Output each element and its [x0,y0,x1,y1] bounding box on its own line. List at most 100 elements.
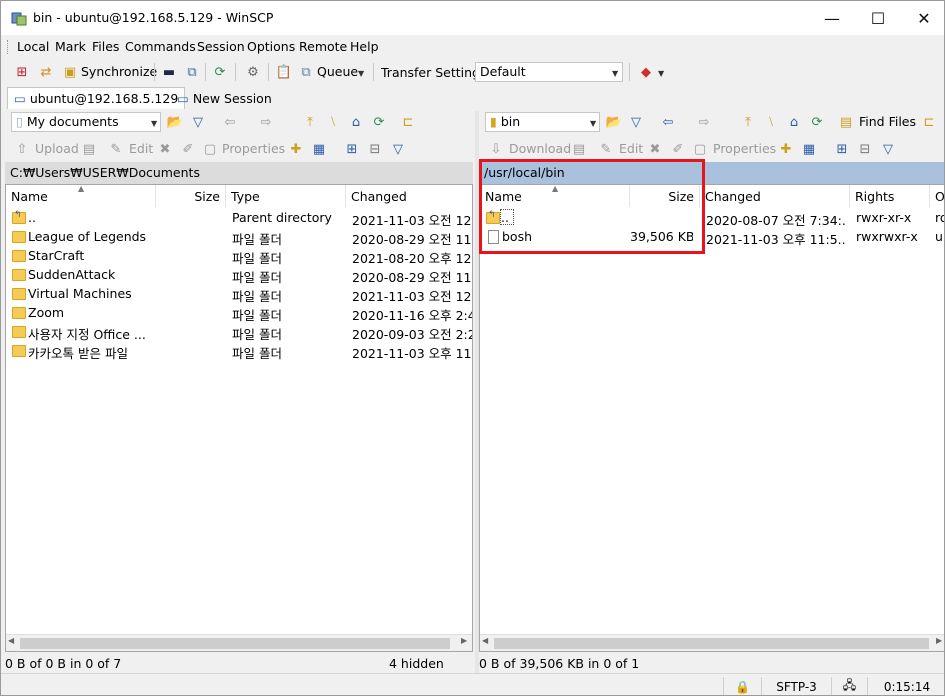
chevron-down-icon[interactable]: ▼ [590,119,596,128]
chevron-down-icon[interactable]: ▼ [612,69,618,78]
scroll-left-icon[interactable]: ◀ [482,636,488,645]
table-row[interactable]: League of Legends 파일 폴더 2020-08-29 오전 11: [6,228,472,247]
tree-view-icon[interactable]: ⊏ [920,113,938,131]
right-col-changed[interactable]: Changed [700,185,850,207]
table-row[interactable]: ↰.. Parent directory 2021-11-03 오전 12: [6,209,472,228]
chevron-down-icon[interactable]: ▼ [658,69,664,78]
table-row[interactable]: StarCraft 파일 폴더 2021-08-20 오후 12: [6,247,472,266]
left-hidden-count[interactable]: 4 hidden [389,656,444,671]
right-file-list[interactable]: Name ▲ Size Changed Rights O ↰.. 2020-08-… [479,184,944,652]
queue-clipboard-icon[interactable]: 📋 [275,63,293,81]
connection-icon[interactable]: 🖧 [831,677,867,695]
left-location-select[interactable]: ▯ My documents [11,112,161,132]
right-horizontal-scrollbar[interactable]: ◀ ▶ [480,634,944,651]
menu-help[interactable]: Help [350,39,379,54]
filter-icon[interactable]: ▽ [627,113,645,131]
delete-icon[interactable]: ✖ [646,140,664,158]
lock-icon[interactable]: 🔒 [723,677,761,695]
putty-icon[interactable]: ⧉ [183,63,201,81]
scroll-right-icon[interactable]: ▶ [461,636,467,645]
root-directory-icon[interactable]: ⧵ [324,113,342,131]
unselect-icon[interactable]: ⊟ [856,140,874,158]
refresh-icon[interactable]: ⟳ [370,113,388,131]
forward-arrow-icon[interactable]: ⇨ [695,113,713,131]
synchronize-icon[interactable]: ▣ [61,63,79,81]
queue-icon[interactable]: ⧉ [297,63,315,81]
scroll-right-icon[interactable]: ▶ [936,636,942,645]
scroll-left-icon[interactable]: ◀ [8,636,14,645]
menu-remote[interactable]: Remote [299,39,347,54]
transfer-settings-select[interactable]: Default [475,62,623,82]
right-location-select[interactable]: ▮ bin [485,112,600,132]
title-bar[interactable]: bin - ubuntu@192.168.5.129 - WinSCP — ☐ … [1,1,944,35]
scroll-thumb[interactable] [20,638,450,649]
edit-icon[interactable]: ✎ [107,140,125,158]
rename-icon[interactable]: ✐ [669,140,687,158]
home-icon[interactable]: ⌂ [785,113,803,131]
table-row[interactable]: 카카오톡 받은 파일 파일 폴더 2021-11-03 오후 11: [6,342,472,361]
left-path-bar[interactable]: C:₩Users₩USER₩Documents [5,162,473,184]
menu-mark[interactable]: Mark [55,39,86,54]
left-col-type[interactable]: Type [226,185,346,207]
properties-icon[interactable]: ▢ [201,140,219,158]
synchronize-browsing-icon[interactable]: ⇄ [37,63,55,81]
find-files-button[interactable]: Find Files [859,114,916,129]
open-folder-icon[interactable]: 📂 [605,113,623,131]
table-row[interactable]: Zoom 파일 폴더 2020-11-16 오후 2:4 [6,304,472,323]
upload-icon[interactable]: ⇧ [13,140,31,158]
left-horizontal-scrollbar[interactable]: ◀ ▶ [6,634,472,651]
back-arrow-icon[interactable]: ⇦ [221,113,239,131]
download-queue-icon[interactable]: ▤ [570,140,588,158]
minimize-button[interactable]: — [809,1,855,35]
menu-commands[interactable]: Commands [125,39,196,54]
delete-icon[interactable]: ✖ [156,140,174,158]
menu-local[interactable]: Local [17,39,49,54]
download-button[interactable]: Download [509,141,571,156]
table-row[interactable]: Virtual Machines 파일 폴더 2021-11-03 오전 12: [6,285,472,304]
select-all-icon[interactable]: ⊞ [343,140,361,158]
new-file-icon[interactable]: ▦ [310,140,328,158]
close-button[interactable]: ✕ [901,1,944,35]
parent-directory-icon[interactable]: ⤒ [301,113,319,131]
back-arrow-icon[interactable]: ⇦ [659,113,677,131]
menu-files[interactable]: Files [92,39,119,54]
filter-select-icon[interactable]: ▽ [389,140,407,158]
table-row[interactable]: 사용자 지정 Office ... 파일 폴더 2020-09-03 오전 2:2 [6,323,472,342]
edit-button[interactable]: Edit [129,141,153,156]
right-col-rights[interactable]: Rights [850,185,930,207]
right-col-owner[interactable]: O [930,185,944,207]
chevron-down-icon[interactable]: ▼ [151,119,157,128]
queue-button[interactable]: Queue [317,64,358,79]
home-icon[interactable]: ⌂ [347,113,365,131]
properties-button[interactable]: Properties [713,141,776,156]
edit-icon[interactable]: ✎ [597,140,615,158]
global-settings-icon[interactable]: ◆ [637,63,655,81]
gear-icon[interactable]: ⚙ [244,63,262,81]
terminal-icon[interactable]: ▬ [160,63,178,81]
select-all-icon[interactable]: ⊞ [833,140,851,158]
upload-button[interactable]: Upload [35,141,79,156]
find-files-icon[interactable]: ▤ [837,113,855,131]
tab-session[interactable]: ▭ ubuntu@192.168.5.129 [7,87,186,109]
edit-button[interactable]: Edit [619,141,643,156]
maximize-button[interactable]: ☐ [855,1,901,35]
compare-directories-icon[interactable]: ⊞ [13,63,31,81]
unselect-icon[interactable]: ⊟ [366,140,384,158]
root-directory-icon[interactable]: ⧵ [762,113,780,131]
refresh-session-icon[interactable]: ⟳ [211,63,229,81]
forward-arrow-icon[interactable]: ⇨ [257,113,275,131]
new-folder-icon[interactable]: ✚ [777,140,795,158]
left-col-size[interactable]: Size [156,185,226,207]
tab-new-session[interactable]: ▭ New Session [171,87,278,109]
properties-icon[interactable]: ▢ [691,140,709,158]
properties-button[interactable]: Properties [222,141,285,156]
menu-session[interactable]: Session [197,39,245,54]
parent-directory-icon[interactable]: ⤒ [739,113,757,131]
open-folder-icon[interactable]: 📂 [166,113,184,131]
upload-queue-icon[interactable]: ▤ [80,140,98,158]
refresh-icon[interactable]: ⟳ [808,113,826,131]
tree-view-icon[interactable]: ⊏ [399,113,417,131]
chevron-down-icon[interactable]: ▼ [358,69,364,78]
left-file-list[interactable]: Name ▲ Size Type Changed ↰.. Parent direc… [5,184,473,652]
new-file-icon[interactable]: ▦ [800,140,818,158]
